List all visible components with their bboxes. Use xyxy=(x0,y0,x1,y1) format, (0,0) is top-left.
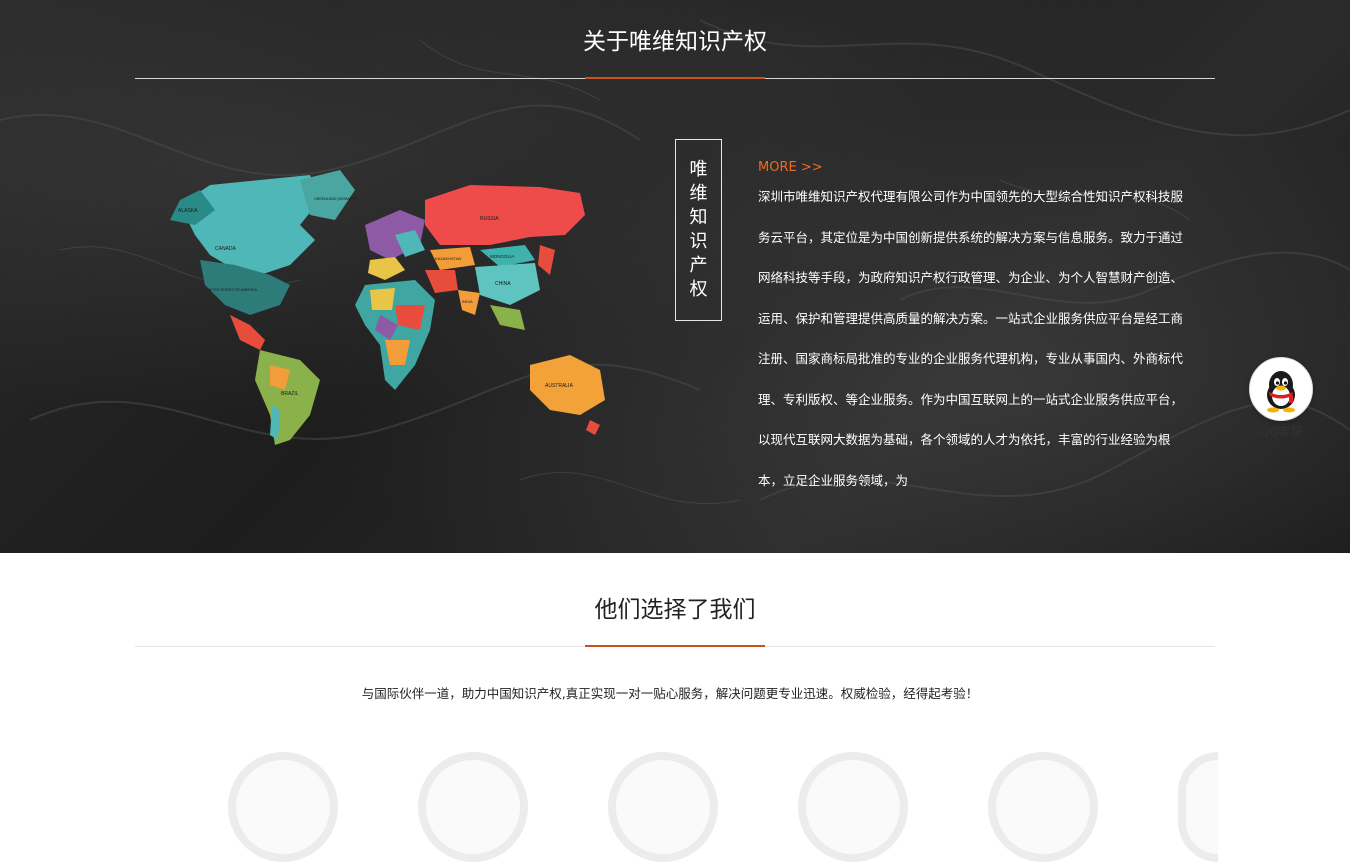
map-label-canada: CANADA xyxy=(215,246,237,252)
client-logo[interactable] xyxy=(608,752,718,862)
qq-service-float[interactable]: QQ客服 xyxy=(1248,357,1314,440)
map-label-kazakhstan: KAZAKHSTAN xyxy=(435,256,461,261)
map-label-china: CHINA xyxy=(495,281,511,287)
map-label-mongolia: MONGOLIA xyxy=(490,254,514,259)
about-section: 关于唯维知识产权 ALASKA CANADA UNITED STATES OF … xyxy=(0,0,1350,553)
world-map-image: ALASKA CANADA UNITED STATES OF AMERICA G… xyxy=(170,170,605,445)
title-divider-accent xyxy=(585,77,765,79)
client-logo[interactable] xyxy=(988,752,1098,862)
map-label-usa: UNITED STATES OF AMERICA xyxy=(206,288,258,292)
more-link[interactable]: MORE >> xyxy=(758,160,823,175)
map-label-greenland: GREENLAND (DENMARK) xyxy=(314,197,358,201)
client-logo[interactable] xyxy=(228,752,338,862)
vertical-title-box: 唯维知识产权 xyxy=(675,139,722,321)
about-title: 关于唯维知识产权 xyxy=(583,29,767,55)
map-label-india: INDIA xyxy=(462,299,473,304)
vertical-title-text: 唯维知识产权 xyxy=(689,159,708,300)
clients-title-divider-accent xyxy=(585,645,765,647)
clients-title: 他们选择了我们 xyxy=(594,597,756,623)
map-label-australia: AUSTRALIA xyxy=(545,383,573,389)
map-label-alaska: ALASKA xyxy=(178,208,198,214)
client-logo[interactable] xyxy=(418,752,528,862)
about-description: 深圳市唯维知识产权代理有限公司作为中国领先的大型综合性知识产权科技服务云平台，其… xyxy=(758,189,1184,488)
map-label-brazil: BRAZIL xyxy=(281,391,299,397)
client-logo[interactable] xyxy=(798,752,908,862)
clients-subtitle: 与国际伙伴一道，助力中国知识产权,真正实现一对一贴心服务，解决问题更专业迅速。权… xyxy=(361,686,979,701)
qq-penguin-icon[interactable] xyxy=(1249,357,1313,421)
map-label-russia: RUSSIA xyxy=(480,216,499,222)
client-logo[interactable] xyxy=(1178,752,1218,862)
qq-service-label[interactable]: QQ客服 xyxy=(1248,423,1314,440)
